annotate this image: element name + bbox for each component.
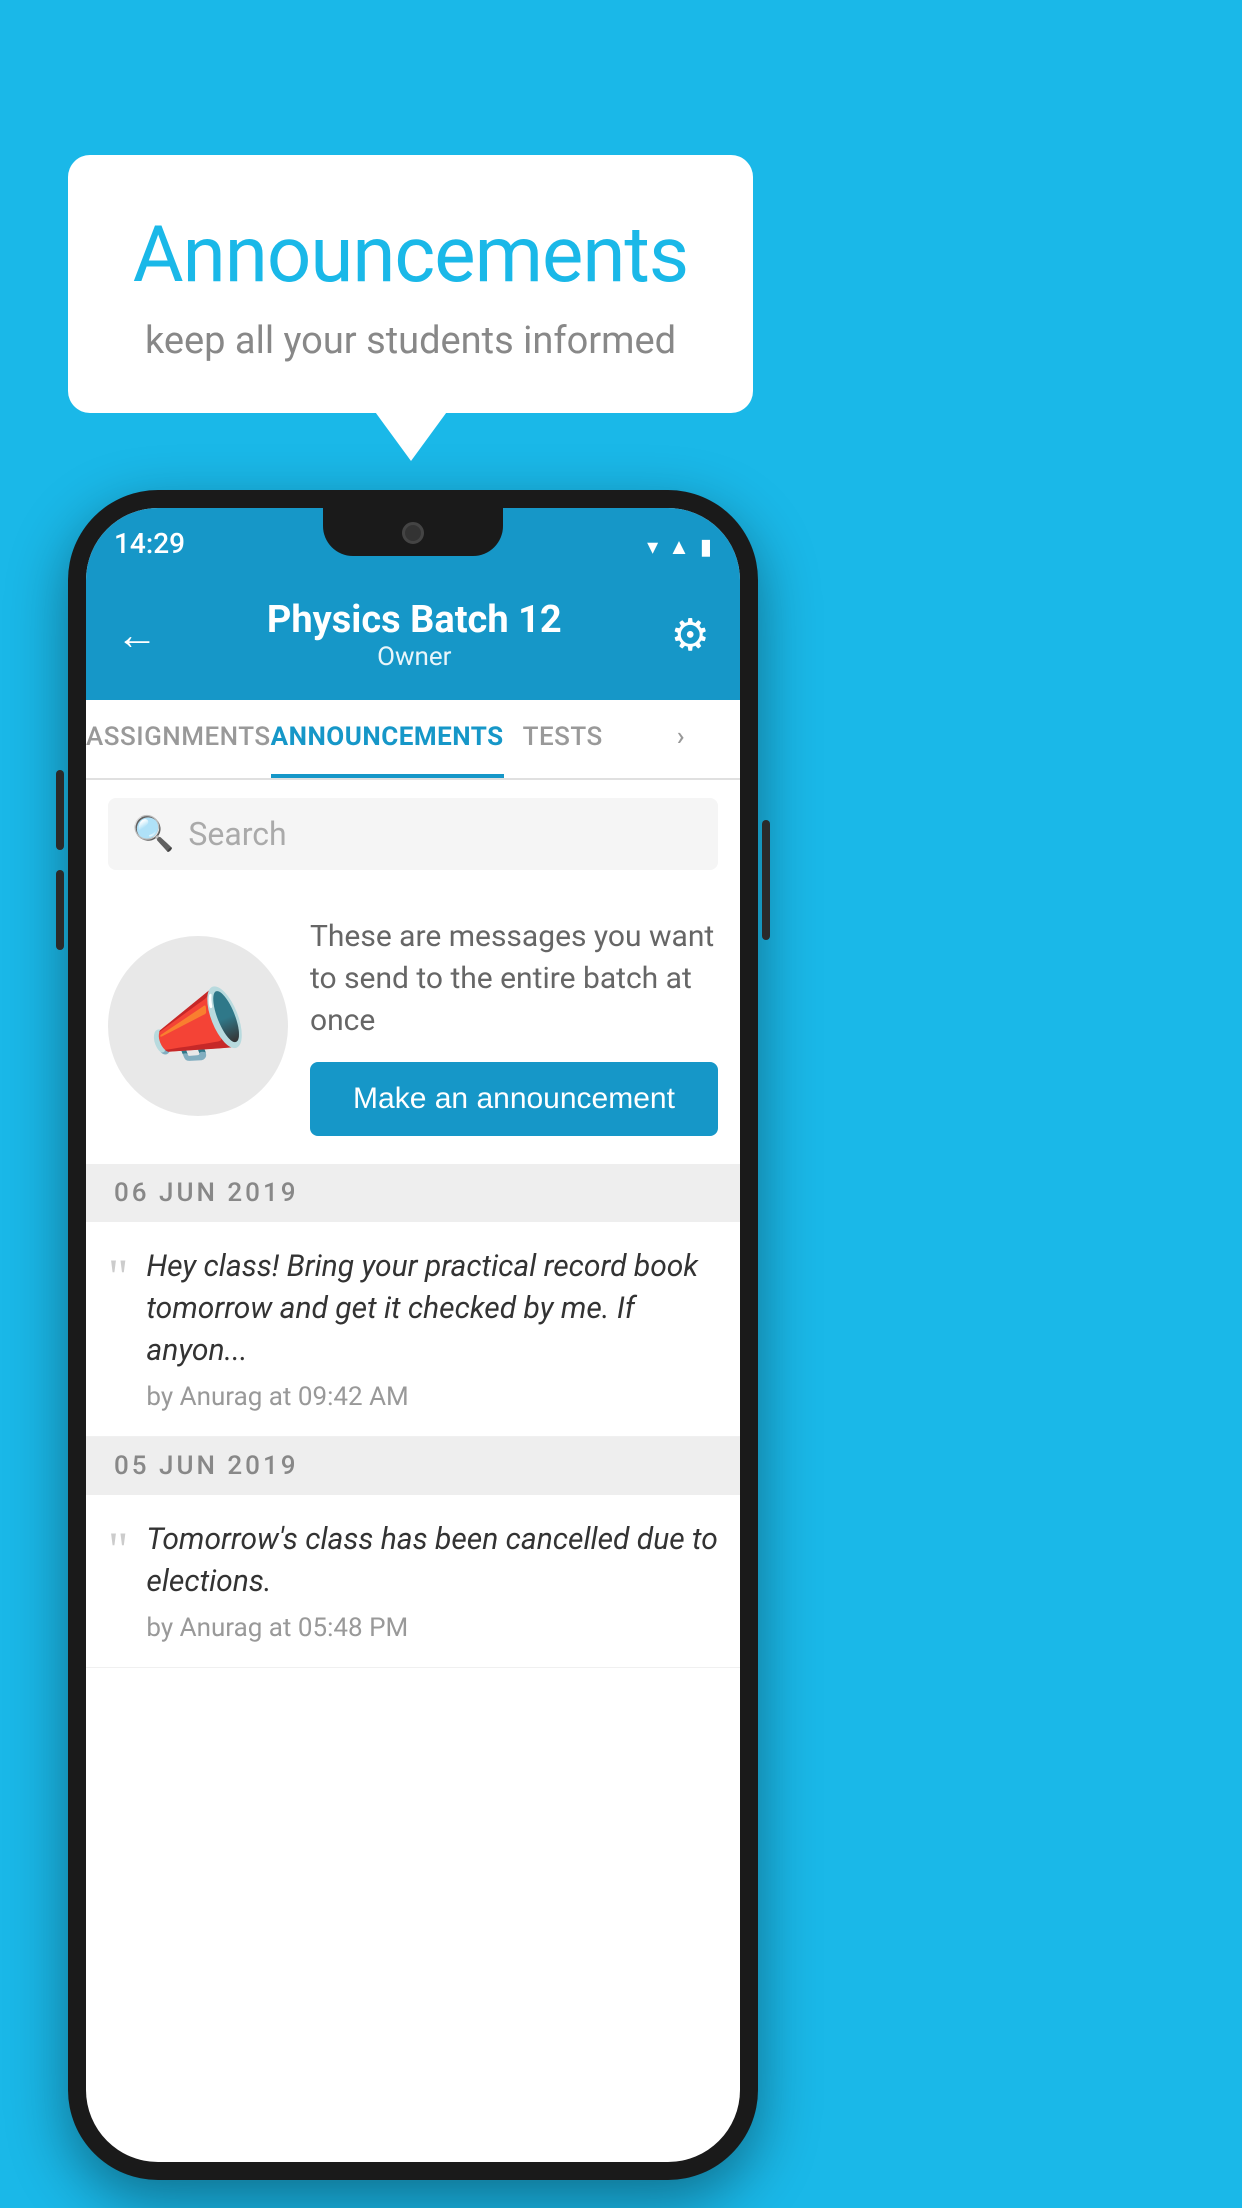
make-announcement-button[interactable]: Make an announcement	[310, 1062, 718, 1136]
app-header: ← Physics Batch 12 Owner ⚙	[86, 570, 740, 700]
tab-tests[interactable]: TESTS	[504, 700, 622, 778]
announcement-meta-2: by Anurag at 05:48 PM	[146, 1613, 718, 1643]
megaphone-icon: 📣	[148, 979, 248, 1073]
header-title: Physics Batch 12	[267, 598, 562, 642]
status-icons: ▾ ▲ ▮	[647, 534, 712, 560]
tab-assignments[interactable]: ASSIGNMENTS	[86, 700, 271, 778]
volume-up-button	[56, 770, 64, 850]
date-separator-june5: 05 JUN 2019	[86, 1437, 740, 1495]
announcement-content-2: Tomorrow's class has been cancelled due …	[146, 1519, 718, 1643]
front-camera	[402, 522, 424, 544]
promo-description: These are messages you want to send to t…	[310, 916, 718, 1042]
quote-icon-1: "	[108, 1251, 128, 1301]
announcement-item-1[interactable]: " Hey class! Bring your practical record…	[86, 1222, 740, 1437]
back-button[interactable]: ←	[116, 611, 158, 660]
search-placeholder: Search	[188, 815, 286, 853]
header-subtitle: Owner	[267, 642, 562, 672]
promo-icon-circle: 📣	[108, 936, 288, 1116]
bubble-title: Announcements	[128, 210, 693, 301]
speech-bubble: Announcements keep all your students inf…	[68, 155, 753, 413]
bubble-subtitle: keep all your students informed	[128, 319, 693, 363]
battery-icon: ▮	[700, 535, 712, 560]
signal-icon: ▲	[668, 534, 690, 560]
tab-announcements[interactable]: ANNOUNCEMENTS	[271, 700, 504, 778]
search-bar[interactable]: 🔍 Search	[108, 798, 718, 870]
wifi-icon: ▾	[647, 535, 658, 560]
power-button	[762, 820, 770, 940]
announcement-promo: 📣 These are messages you want to send to…	[86, 888, 740, 1164]
announcement-content-1: Hey class! Bring your practical record b…	[146, 1246, 718, 1412]
settings-icon[interactable]: ⚙	[671, 609, 710, 661]
tab-more[interactable]: ›	[622, 700, 740, 778]
phone-outer: 14:29 ▾ ▲ ▮ ← Physics Batch 12 Owner ⚙	[68, 490, 758, 2180]
announcement-item-2[interactable]: " Tomorrow's class has been cancelled du…	[86, 1495, 740, 1668]
phone-container: 14:29 ▾ ▲ ▮ ← Physics Batch 12 Owner ⚙	[68, 490, 758, 2180]
search-container: 🔍 Search	[86, 780, 740, 888]
announcement-meta-1: by Anurag at 09:42 AM	[146, 1382, 718, 1412]
announcement-text-2: Tomorrow's class has been cancelled due …	[146, 1519, 718, 1603]
phone-notch	[323, 508, 503, 556]
date-separator-june6: 06 JUN 2019	[86, 1164, 740, 1222]
header-center: Physics Batch 12 Owner	[267, 598, 562, 672]
promo-right: These are messages you want to send to t…	[310, 916, 718, 1136]
search-icon: 🔍	[132, 814, 174, 854]
status-time: 14:29	[114, 527, 185, 560]
phone-screen: 14:29 ▾ ▲ ▮ ← Physics Batch 12 Owner ⚙	[86, 508, 740, 2162]
volume-down-button	[56, 870, 64, 950]
announcement-text-1: Hey class! Bring your practical record b…	[146, 1246, 718, 1372]
tabs-container: ASSIGNMENTS ANNOUNCEMENTS TESTS ›	[86, 700, 740, 780]
speech-bubble-container: Announcements keep all your students inf…	[68, 155, 753, 413]
quote-icon-2: "	[108, 1524, 128, 1574]
